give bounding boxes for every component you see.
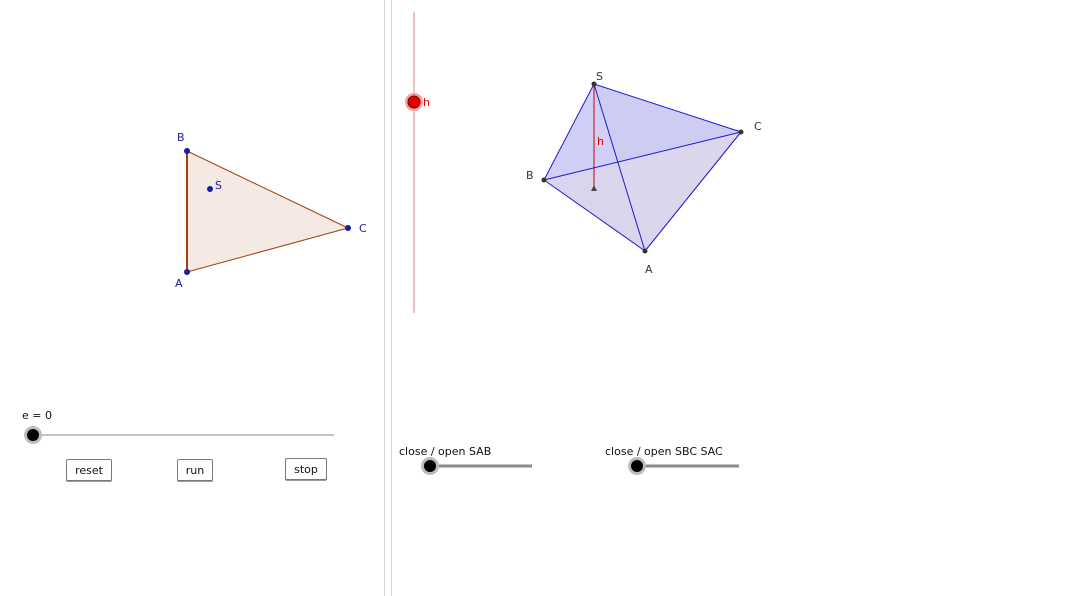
view-divider[interactable] — [384, 0, 392, 596]
pyramid-point-a[interactable] — [642, 248, 648, 254]
point-b[interactable] — [184, 148, 190, 154]
reset-button[interactable]: reset — [66, 459, 112, 481]
graphics-view-right[interactable]: h S B C A h close / open SAB close / ope… — [392, 0, 1092, 596]
slider-sab-label: close / open SAB — [399, 445, 492, 458]
slider-e-label: e = 0 — [22, 409, 52, 422]
pyramid-label-h: h — [597, 135, 604, 148]
label-c: C — [359, 222, 367, 235]
triangle-abc[interactable] — [187, 151, 348, 272]
graphics-view-left[interactable]: B C A S e = 0 reset run stop — [0, 0, 384, 596]
label-a: A — [175, 277, 183, 290]
pyramid-label-h-slider: h — [423, 96, 430, 109]
point-a[interactable] — [184, 269, 190, 275]
slider-sbc-sac-label: close / open SBC SAC — [605, 445, 723, 458]
pyramid-point-b[interactable] — [541, 177, 547, 183]
pyramid-label-c: C — [754, 120, 762, 133]
point-s[interactable] — [207, 186, 213, 192]
label-s: S — [215, 179, 222, 192]
pyramid-point-c[interactable] — [738, 129, 744, 135]
pyramid-label-a: A — [645, 263, 653, 276]
triangle-canvas[interactable]: B C A S — [0, 0, 384, 596]
label-b: B — [177, 131, 185, 144]
slider-sab-handle[interactable] — [424, 460, 436, 472]
pyramid-label-b: B — [526, 169, 534, 182]
slider-e-handle[interactable] — [27, 429, 39, 441]
slider-h-handle[interactable] — [407, 95, 421, 109]
slider-sbc-sac-handle[interactable] — [631, 460, 643, 472]
point-c[interactable] — [345, 225, 351, 231]
run-button[interactable]: run — [177, 459, 213, 481]
pyramid-label-s: S — [596, 70, 603, 83]
pyramid-canvas[interactable]: h S B C A h — [392, 0, 1092, 596]
stop-button[interactable]: stop — [285, 458, 327, 480]
